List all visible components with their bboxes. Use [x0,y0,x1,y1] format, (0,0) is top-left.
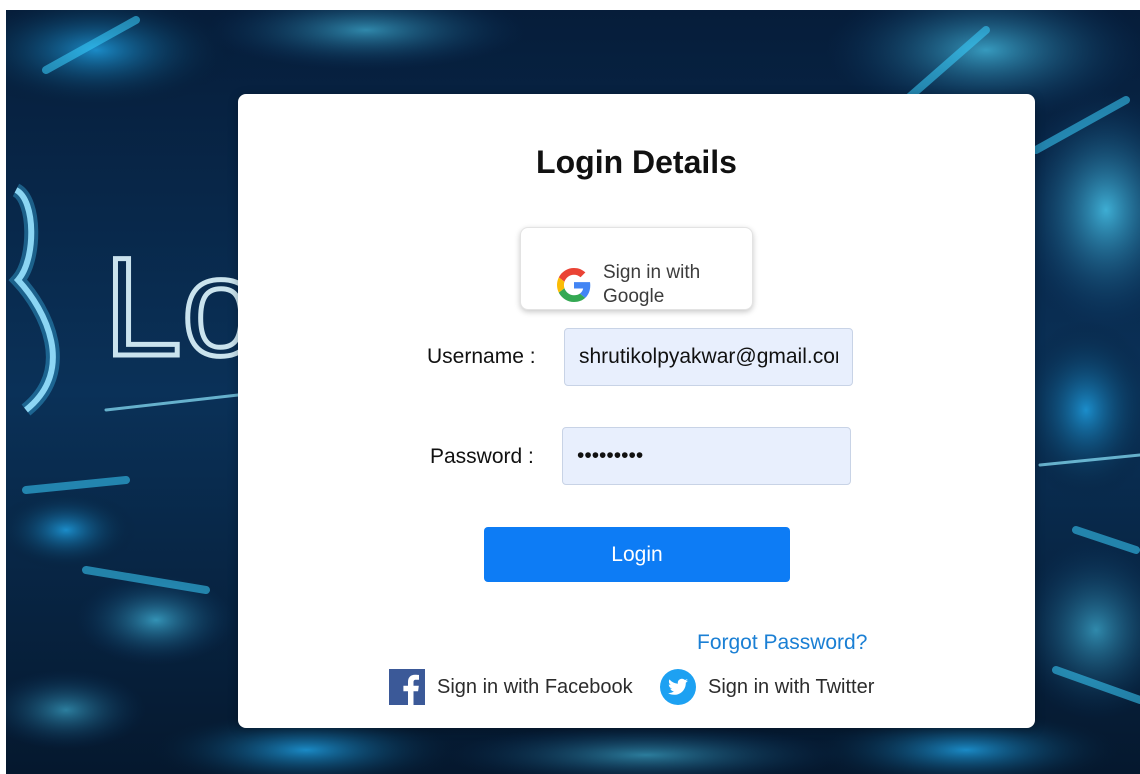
google-g-icon [557,268,591,302]
twitter-bird-icon [660,669,696,705]
facebook-button-label: Sign in with Facebook [437,675,633,698]
login-page-background: Lo Login Details Sign in with Google Use… [6,10,1140,774]
username-input[interactable] [564,328,853,386]
page-title: Login Details [536,144,737,180]
google-button-label: Sign in with Google [603,262,701,307]
forgot-password-link[interactable]: Forgot Password? [697,631,867,655]
username-label: Username : [427,345,536,368]
twitter-button-label: Sign in with Twitter [708,675,875,698]
login-card: Login Details Sign in with Google Userna… [238,94,1035,728]
password-label: Password : [430,445,534,468]
facebook-f-icon [389,669,425,705]
password-input[interactable] [562,427,851,485]
login-button[interactable]: Login [484,527,790,582]
sign-in-with-twitter-button[interactable]: Sign in with Twitter [660,668,874,706]
sign-in-with-facebook-button[interactable]: Sign in with Facebook [389,668,633,706]
sign-in-with-google-button[interactable]: Sign in with Google [520,227,753,310]
neon-background-text: Lo [104,228,260,385]
